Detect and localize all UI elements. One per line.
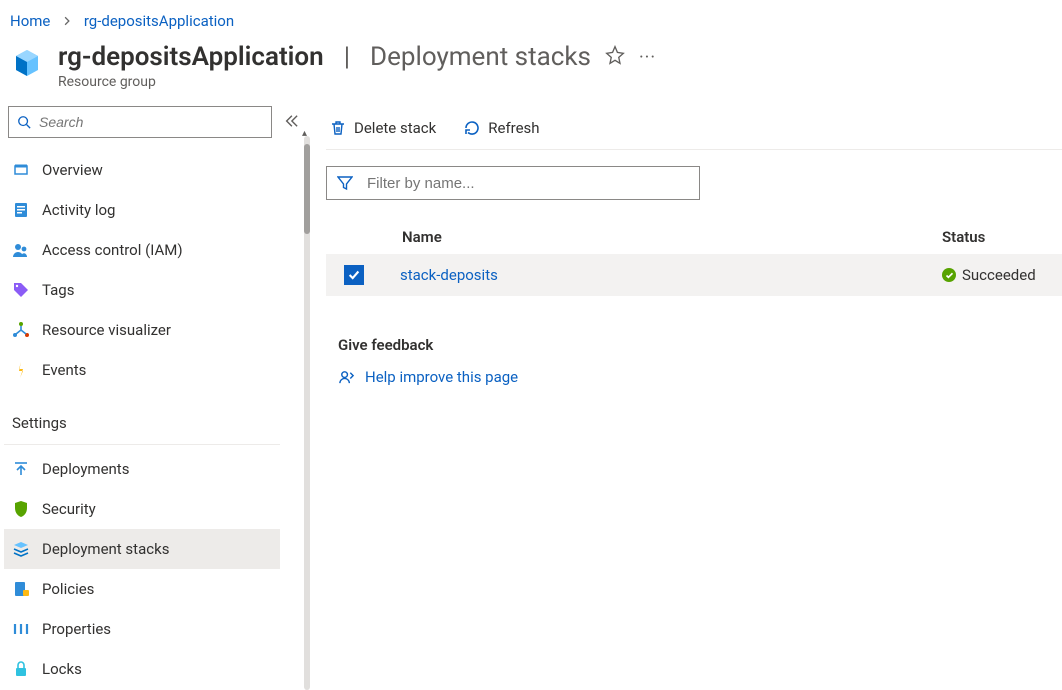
resource-group-icon: [10, 46, 44, 80]
collapse-sidebar-button[interactable]: [284, 114, 298, 132]
sidebar-item-activity-log[interactable]: Activity log: [4, 190, 280, 230]
nav-label: Policies: [42, 580, 94, 598]
access-control-icon: [12, 241, 30, 259]
shield-icon: [12, 500, 30, 518]
sidebar-search[interactable]: [8, 106, 272, 138]
page-section: Deployment stacks: [370, 42, 591, 72]
breadcrumb: Home rg-depositsApplication: [0, 0, 1062, 36]
trash-icon: [330, 120, 346, 136]
table-header: Name Status: [326, 222, 1062, 254]
deployment-stacks-icon: [12, 540, 30, 558]
nav-label: Locks: [42, 660, 82, 678]
sidebar-search-input[interactable]: [39, 114, 263, 130]
activity-log-icon: [12, 201, 30, 219]
page-header: rg-depositsApplication | Deployment stac…: [0, 36, 1062, 106]
more-button[interactable]: ···: [639, 47, 656, 68]
sidebar-item-events[interactable]: Events: [4, 350, 280, 390]
nav-label: Events: [42, 361, 86, 379]
row-checkbox[interactable]: [344, 265, 364, 285]
feedback-label: Help improve this page: [365, 368, 518, 386]
nav-label: Tags: [42, 281, 74, 299]
sidebar: Overview Activity log Access control (IA…: [0, 106, 280, 690]
refresh-icon: [464, 120, 480, 136]
filter-input[interactable]: [367, 175, 689, 192]
sidebar-item-tags[interactable]: Tags: [4, 270, 280, 310]
feedback-icon: [338, 369, 355, 386]
search-icon: [17, 115, 31, 129]
policies-icon: [12, 580, 30, 598]
column-header-name[interactable]: Name: [402, 228, 942, 246]
sidebar-item-properties[interactable]: Properties: [4, 609, 280, 649]
tags-icon: [12, 281, 30, 299]
page-type-label: Resource group: [58, 74, 656, 90]
toolbar-label: Refresh: [488, 119, 539, 137]
sidebar-scrollbar-thumb[interactable]: [304, 144, 310, 234]
nav-label: Access control (IAM): [42, 241, 183, 259]
sidebar-item-access-control[interactable]: Access control (IAM): [4, 230, 280, 270]
resource-visualizer-icon: [12, 321, 30, 339]
sidebar-item-locks[interactable]: Locks: [4, 649, 280, 689]
sidebar-item-deployments[interactable]: Deployments: [4, 449, 280, 489]
breadcrumb-item-resource-group[interactable]: rg-depositsApplication: [84, 12, 234, 30]
events-icon: [12, 361, 30, 379]
sidebar-section-settings: Settings: [4, 390, 280, 445]
lock-icon: [12, 660, 30, 678]
feedback-link[interactable]: Help improve this page: [338, 368, 1062, 386]
deployments-icon: [12, 460, 30, 478]
status-label: Succeeded: [962, 266, 1036, 284]
column-header-status[interactable]: Status: [942, 228, 1062, 246]
table-row[interactable]: stack-deposits Succeeded: [326, 254, 1062, 296]
toolbar: Delete stack Refresh: [326, 106, 1062, 150]
properties-icon: [12, 620, 30, 638]
nav-label: Deployments: [42, 460, 129, 478]
nav-label: Security: [42, 500, 96, 518]
nav-label: Resource visualizer: [42, 321, 171, 339]
page-title: rg-depositsApplication: [58, 42, 324, 72]
refresh-button[interactable]: Refresh: [464, 119, 539, 137]
filter-icon: [337, 175, 353, 191]
sidebar-item-deployment-stacks[interactable]: Deployment stacks: [4, 529, 280, 569]
nav-label: Properties: [42, 620, 111, 638]
favorite-button[interactable]: [605, 45, 625, 70]
feedback-title: Give feedback: [338, 336, 1062, 354]
sidebar-item-resource-visualizer[interactable]: Resource visualizer: [4, 310, 280, 350]
overview-icon: [12, 161, 30, 179]
breadcrumb-item-home[interactable]: Home: [10, 12, 50, 30]
main-panel: Delete stack Refresh Name Status stack-d…: [320, 106, 1062, 690]
status-cell: Succeeded: [942, 266, 1062, 284]
nav-label: Activity log: [42, 201, 115, 219]
nav-label: Overview: [42, 161, 103, 179]
sidebar-item-overview[interactable]: Overview: [4, 150, 280, 190]
stack-name-link[interactable]: stack-deposits: [400, 266, 942, 284]
filter-box[interactable]: [326, 166, 700, 200]
sidebar-item-security[interactable]: Security: [4, 489, 280, 529]
check-icon: [347, 268, 361, 282]
sidebar-item-policies[interactable]: Policies: [4, 569, 280, 609]
success-icon: [942, 268, 956, 282]
chevron-right-icon: [54, 15, 80, 29]
nav-label: Deployment stacks: [42, 540, 169, 558]
toolbar-label: Delete stack: [354, 119, 436, 137]
delete-stack-button[interactable]: Delete stack: [330, 119, 436, 137]
